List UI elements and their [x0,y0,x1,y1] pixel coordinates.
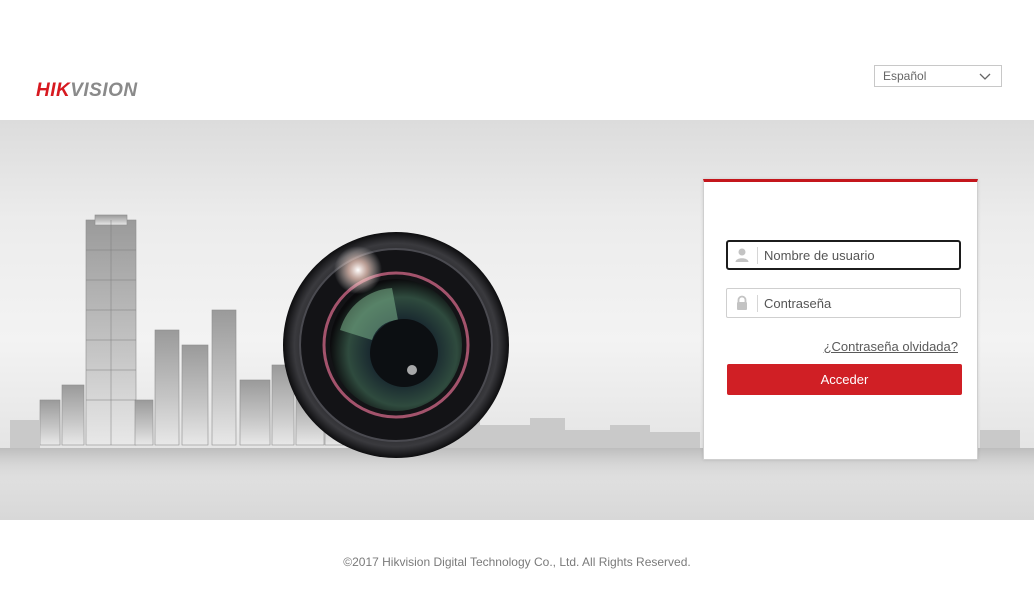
logo-hik-text: HIK [36,80,71,101]
forgot-password-link[interactable]: ¿Contraseña olvidada? [824,339,958,354]
password-input[interactable] [764,289,954,317]
copyright-text: ©2017 Hikvision Digital Technology Co., … [343,555,691,569]
lock-icon [737,295,747,310]
username-field[interactable] [726,240,961,270]
user-icon [735,248,749,262]
language-select[interactable]: Español [874,65,1002,87]
username-input[interactable] [764,242,954,268]
username-separator [757,247,758,264]
password-field[interactable] [726,288,961,318]
password-separator [757,295,758,312]
login-button[interactable]: Acceder [727,364,962,395]
hikvision-logo: HIKVISION [36,80,138,102]
logo-vision-text: VISION [70,80,138,101]
language-selected-value: Español [883,69,927,83]
chevron-down-icon [979,73,991,80]
login-panel: ¿Contraseña olvidada? Acceder [703,179,978,460]
